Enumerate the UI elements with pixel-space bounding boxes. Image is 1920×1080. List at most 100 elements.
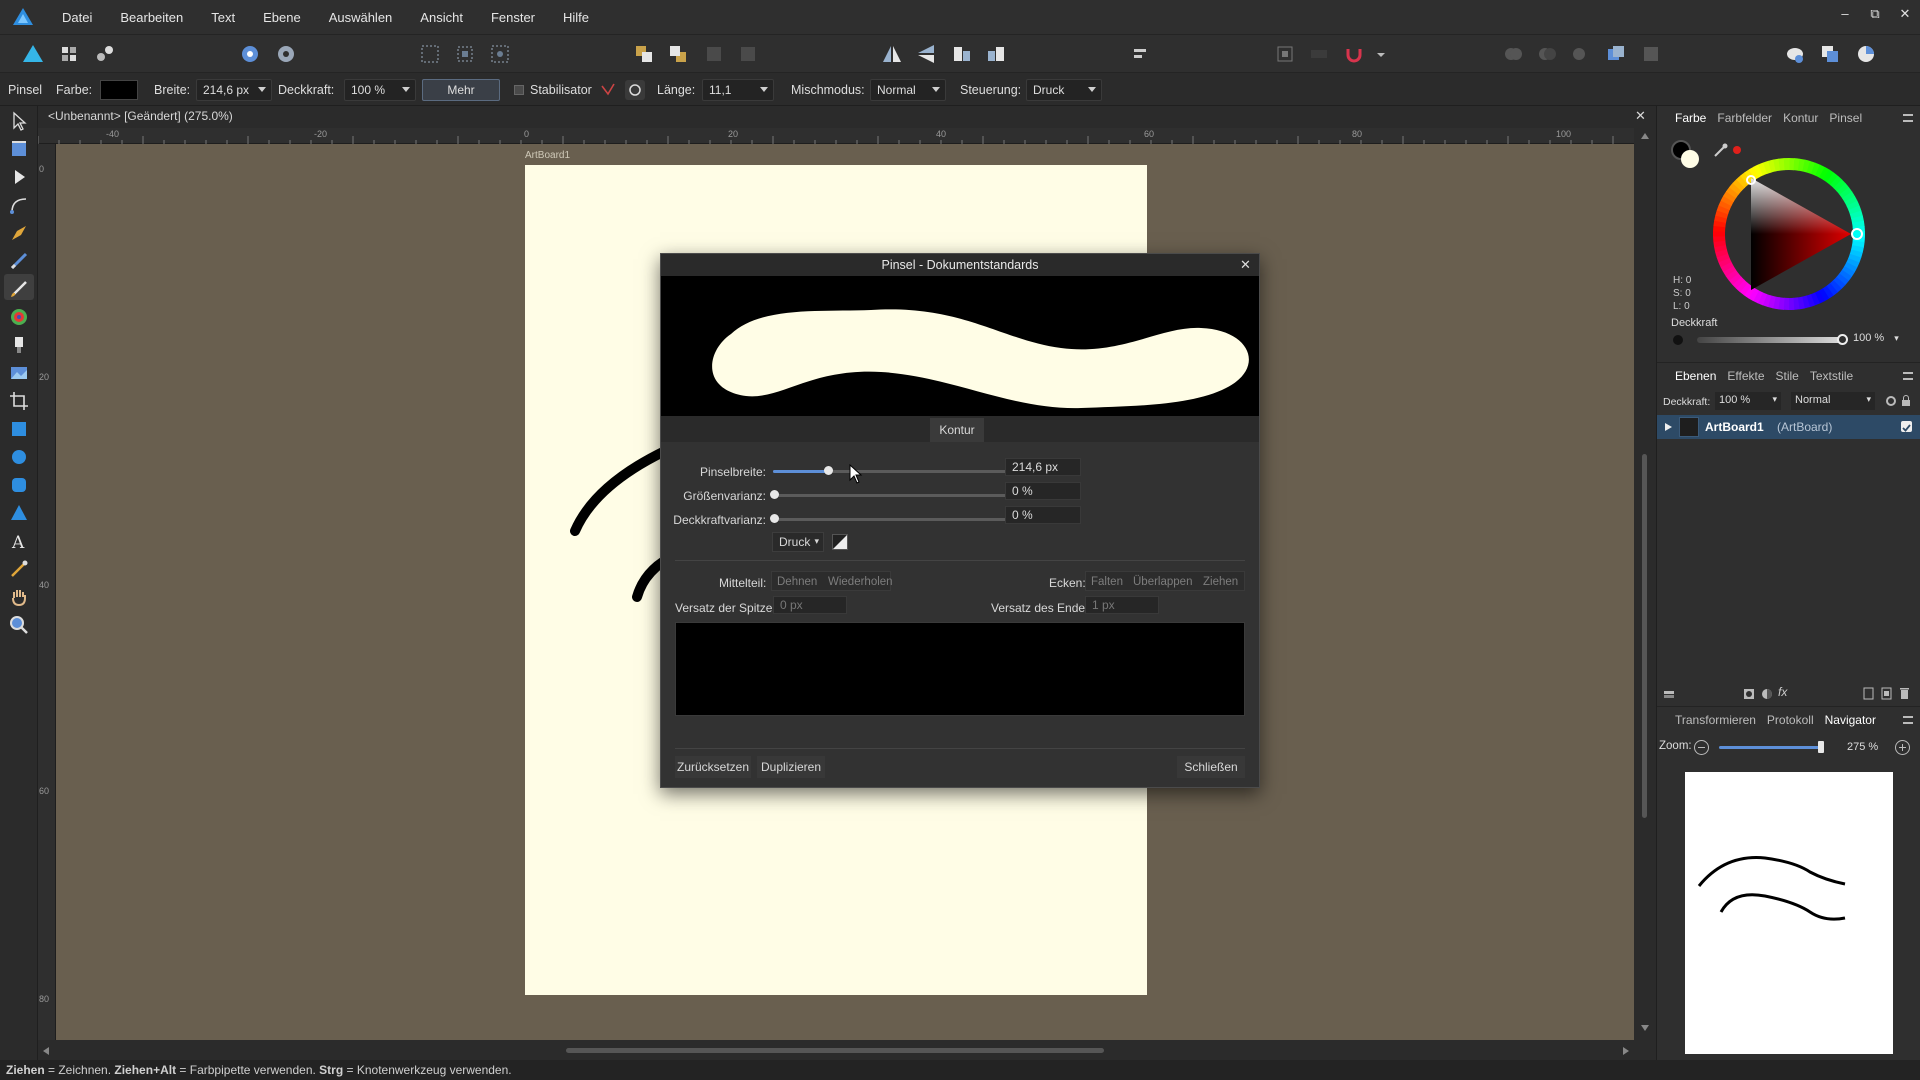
- middle-repeat-button[interactable]: Wiederholen: [828, 576, 893, 588]
- zoom-value[interactable]: 275 %: [1847, 741, 1878, 753]
- add-layer-icon[interactable]: [1863, 687, 1874, 700]
- horizontal-scroll-thumb[interactable]: [566, 1048, 1104, 1053]
- artboard-tool-icon[interactable]: [8, 138, 30, 160]
- mask-layer-icon[interactable]: [1743, 688, 1755, 700]
- dialog-close-icon[interactable]: ✕: [1240, 257, 1251, 273]
- add-group-icon[interactable]: [1881, 687, 1892, 700]
- boolean-subtract-icon[interactable]: [1308, 43, 1330, 65]
- close-document-icon[interactable]: ✕: [1635, 108, 1646, 124]
- pressure-curve-icon[interactable]: [832, 534, 848, 550]
- texture-preview[interactable]: [675, 622, 1245, 716]
- panel-menu-icon[interactable]: [1903, 372, 1913, 380]
- zoom-out-icon[interactable]: [1693, 739, 1710, 756]
- select-bounds-icon[interactable]: [454, 43, 476, 65]
- pixel-persona-icon[interactable]: [58, 43, 80, 65]
- menu-bearbeiten[interactable]: Bearbeiten: [106, 10, 197, 25]
- view-mode-icon[interactable]: [1819, 43, 1841, 65]
- size-variance-field[interactable]: 0 %: [1005, 482, 1081, 500]
- boolean-xor-icon[interactable]: [1570, 43, 1592, 65]
- control-select[interactable]: Druck: [1026, 79, 1102, 101]
- menu-hilfe[interactable]: Hilfe: [549, 10, 603, 25]
- zoom-slider[interactable]: [1719, 746, 1823, 749]
- expand-layer-icon[interactable]: [1663, 422, 1673, 432]
- duplicate-button[interactable]: Duplizieren: [757, 756, 825, 778]
- pressure-select[interactable]: Druck ▾: [772, 532, 824, 552]
- node-tool-icon[interactable]: [8, 166, 30, 188]
- length-field[interactable]: 11,1: [702, 79, 774, 101]
- stabilizer-checkbox[interactable]: [514, 85, 524, 95]
- reset-button[interactable]: Zurücksetzen: [675, 756, 751, 778]
- rotate-left-icon[interactable]: [951, 43, 973, 65]
- pen-tool-icon[interactable]: [8, 222, 30, 244]
- size-variance-slider[interactable]: [773, 494, 1023, 497]
- layer-row-artboard[interactable]: ArtBoard1 (ArtBoard): [1657, 415, 1920, 439]
- boolean-intersect-icon[interactable]: [1536, 43, 1558, 65]
- scroll-right-icon[interactable]: [1622, 1046, 1630, 1056]
- crop-tool-icon[interactable]: [8, 390, 30, 412]
- boolean-divide-icon[interactable]: [1640, 43, 1662, 65]
- arrange-backward-icon[interactable]: [737, 43, 759, 65]
- tab-pinsel[interactable]: Pinsel: [1829, 111, 1862, 125]
- adjustment-layer-icon[interactable]: [1761, 688, 1773, 700]
- corners-fold-button[interactable]: Falten: [1091, 576, 1123, 588]
- opacity-variance-slider[interactable]: [773, 518, 1023, 521]
- flip-vertical-icon[interactable]: [915, 43, 937, 65]
- document-tab-title[interactable]: <Unbenannt> [Geändert] (275.0%): [48, 109, 233, 123]
- tab-transformieren[interactable]: Transformieren: [1675, 713, 1756, 727]
- close-window-button[interactable]: ✕: [1891, 6, 1919, 22]
- scroll-left-icon[interactable]: [42, 1046, 50, 1056]
- zoom-in-icon[interactable]: [1894, 739, 1911, 756]
- length-dropdown-icon[interactable]: [760, 87, 768, 92]
- boolean-combine-icon[interactable]: [1605, 43, 1627, 65]
- transparency-tool-icon[interactable]: [8, 334, 30, 356]
- vertical-scrollbar[interactable]: [1634, 128, 1656, 1040]
- menu-text[interactable]: Text: [197, 10, 249, 25]
- fill-color-swatch[interactable]: [1681, 150, 1699, 168]
- tab-kontur[interactable]: Kontur: [1783, 111, 1818, 125]
- align-icon[interactable]: [1130, 43, 1152, 65]
- boolean-add-icon[interactable]: [1274, 43, 1296, 65]
- minimize-button[interactable]: –: [1831, 6, 1859, 21]
- grid-snap-icon[interactable]: [419, 43, 441, 65]
- assistant-icon[interactable]: [239, 43, 261, 65]
- horizontal-scrollbar[interactable]: [38, 1040, 1656, 1060]
- opacity-value-field[interactable]: 100 % ▾: [1853, 330, 1907, 348]
- tab-protokoll[interactable]: Protokoll: [1767, 713, 1814, 727]
- move-tool-icon[interactable]: [8, 110, 30, 132]
- triangle-tool-icon[interactable]: [8, 502, 30, 524]
- color-wheel-toggle-icon[interactable]: [1855, 43, 1877, 65]
- menu-ebene[interactable]: Ebene: [249, 10, 315, 25]
- rotate-right-icon[interactable]: [985, 43, 1007, 65]
- arrange-back-icon[interactable]: [633, 43, 655, 65]
- brush-width-field[interactable]: 214,6 px: [1005, 458, 1081, 476]
- opacity-field[interactable]: 100 %: [344, 79, 416, 101]
- opacity-variance-field[interactable]: 0 %: [1005, 506, 1081, 524]
- opacity-variance-slider-knob[interactable]: [770, 514, 779, 523]
- hand-tool-icon[interactable]: [8, 586, 30, 608]
- size-variance-slider-knob[interactable]: [770, 490, 779, 499]
- tab-kontur[interactable]: Kontur: [930, 418, 984, 442]
- width-field[interactable]: 214,6 px: [196, 79, 272, 101]
- quick-mask-icon[interactable]: [1784, 43, 1806, 65]
- rope-mode-icon[interactable]: [598, 80, 618, 100]
- text-tool-icon[interactable]: A: [8, 530, 30, 552]
- vector-brush-tool-icon[interactable]: [8, 278, 30, 300]
- restore-button[interactable]: ⧉: [1861, 6, 1889, 22]
- brush-color-swatch[interactable]: [100, 80, 138, 100]
- tab-farbe[interactable]: Farbe: [1675, 111, 1706, 125]
- opacity-dropdown-icon[interactable]: [402, 87, 410, 92]
- blend-mode-select[interactable]: Normal: [870, 79, 946, 101]
- navigator-preview[interactable]: [1685, 772, 1893, 1054]
- delete-layer-icon[interactable]: [1899, 687, 1910, 700]
- ellipse-tool-icon[interactable]: [8, 446, 30, 468]
- tab-ebenen[interactable]: Ebenen: [1675, 369, 1716, 383]
- vertical-scroll-thumb[interactable]: [1642, 454, 1647, 818]
- layers-stack-icon[interactable]: [1663, 688, 1675, 700]
- layer-opacity-field[interactable]: 100 % ▾: [1715, 392, 1781, 410]
- menu-fenster[interactable]: Fenster: [477, 10, 549, 25]
- color-wheel[interactable]: [1711, 156, 1867, 312]
- rounded-rectangle-tool-icon[interactable]: [8, 474, 30, 496]
- middle-stretch-button[interactable]: Dehnen: [777, 576, 817, 588]
- zoom-slider-knob[interactable]: [1818, 741, 1824, 753]
- tab-textstile[interactable]: Textstile: [1810, 369, 1853, 383]
